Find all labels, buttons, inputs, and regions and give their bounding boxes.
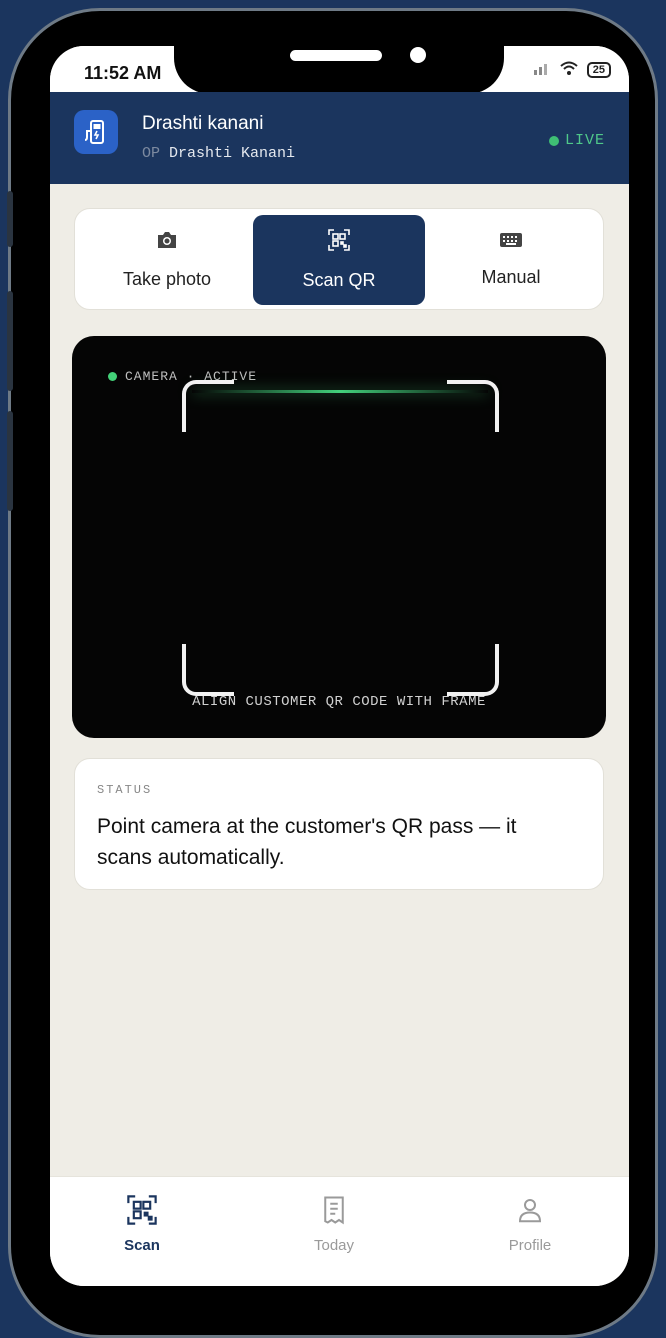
operator-name: Drashti kanani [142, 113, 264, 134]
operator-id: OP Drashti Kanani [142, 145, 295, 162]
signal-icon [533, 61, 551, 78]
scan-line [192, 390, 488, 393]
frame-corner-bottom-right [447, 644, 499, 696]
app-screen: 11:52 AM 25 Drashti kanani OP Drashti Ka… [50, 46, 629, 1286]
status-label: STATUS [97, 783, 153, 797]
scan-mode-selector: Take photo Scan QR Manual [74, 208, 604, 310]
receipt-icon [320, 1195, 348, 1229]
user-icon [515, 1195, 545, 1229]
frame-corner-top-left [182, 380, 234, 432]
wifi-icon [559, 60, 579, 79]
camera-status: CAMERA · ACTIVE [108, 369, 257, 384]
nav-scan[interactable]: Scan [72, 1195, 212, 1254]
live-indicator: LIVE [548, 132, 605, 149]
clock: 11:52 AM [84, 63, 162, 83]
nav-today[interactable]: Today [264, 1195, 404, 1254]
nav-profile[interactable]: Profile [460, 1195, 600, 1254]
bottom-navigation: Scan Today Profile [50, 1176, 629, 1286]
camera-notch [174, 46, 504, 94]
camera-icon [156, 230, 178, 255]
status-message: Point camera at the customer's QR pass —… [97, 815, 517, 869]
nav-label: Scan [124, 1237, 160, 1254]
side-button [7, 191, 13, 247]
qr-icon [328, 229, 350, 256]
side-button [7, 411, 13, 511]
mode-label: Manual [481, 267, 541, 287]
mode-manual[interactable]: Manual [425, 215, 597, 305]
qr-icon [127, 1195, 157, 1229]
op-prefix: OP [142, 145, 161, 162]
nav-label: Today [313, 1237, 355, 1254]
nav-label: Profile [508, 1237, 552, 1254]
camera-active-dot-icon [108, 372, 117, 381]
live-dot-icon [548, 135, 559, 146]
operator-full-name: Drashti Kanani [169, 145, 296, 162]
mode-scan-qr[interactable]: Scan QR [253, 215, 425, 305]
front-camera [410, 47, 426, 63]
mode-label: Take photo [122, 269, 212, 289]
live-label: LIVE [564, 132, 605, 149]
status-icons: 25 [533, 60, 611, 79]
ev-charger-logo-icon [74, 110, 118, 154]
mode-take-photo[interactable]: Take photo [81, 215, 253, 305]
camera-viewfinder[interactable]: CAMERA · ACTIVE ALIGN CUSTOMER QR CODE W… [72, 336, 606, 738]
status-card: STATUS Point camera at the customer's QR… [74, 758, 604, 890]
mode-label: Scan QR [302, 270, 376, 290]
app-header: Drashti kanani OP Drashti Kanani LIVE [50, 92, 629, 184]
camera-hint: ALIGN CUSTOMER QR CODE WITH FRAME [192, 694, 486, 710]
battery-icon: 25 [586, 61, 611, 78]
frame-corner-top-right [447, 380, 499, 432]
side-button [7, 291, 13, 391]
frame-corner-bottom-left [182, 644, 234, 696]
keyboard-icon [499, 232, 523, 253]
speaker-grille [290, 50, 382, 61]
